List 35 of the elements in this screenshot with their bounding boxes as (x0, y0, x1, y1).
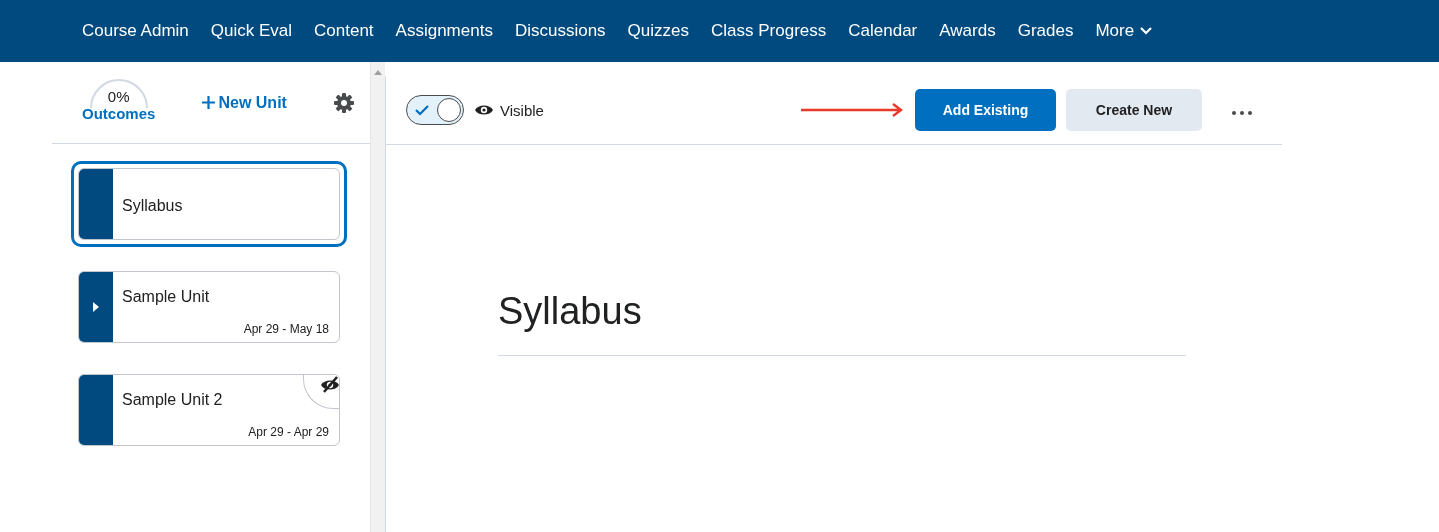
new-unit-button[interactable]: New Unit (196, 92, 293, 113)
content-title: Syllabus (498, 290, 1186, 356)
nav-link[interactable]: Discussions (504, 15, 616, 47)
nav-link[interactable]: Course Admin (72, 15, 199, 47)
unit-dates: Apr 29 - May 18 (243, 322, 329, 336)
expand-triangle-icon[interactable] (93, 302, 99, 312)
add-existing-button[interactable]: Add Existing (915, 89, 1056, 131)
plus-icon (202, 96, 216, 109)
unit-stripe (79, 169, 113, 239)
more-menu[interactable]: More (1085, 15, 1163, 47)
nav-link[interactable]: Class Progress (701, 15, 837, 47)
hidden-eye-icon (320, 376, 339, 394)
outcomes-link[interactable]: Outcomes (82, 104, 156, 122)
create-new-button[interactable]: Create New (1066, 89, 1202, 131)
nav-link[interactable]: Calendar (838, 15, 928, 47)
nav-link[interactable]: Assignments (385, 15, 503, 47)
nav-link[interactable]: Awards (929, 15, 1006, 47)
unit-card[interactable]: Syllabus (71, 161, 347, 247)
check-icon (415, 104, 429, 116)
unit-dates: Apr 29 - Apr 29 (248, 425, 329, 439)
unit-title: Syllabus (122, 197, 184, 215)
unit-title: Sample Unit (122, 288, 211, 306)
visibility-toggle[interactable] (406, 95, 464, 125)
chevron-down-icon (1140, 27, 1153, 35)
visibility-label: Visible (500, 101, 544, 119)
progress-ring-icon (88, 77, 149, 108)
nav-link[interactable]: Quick Eval (200, 15, 303, 47)
unit-title: Sample Unit 2 (122, 391, 224, 409)
settings-icon[interactable] (334, 92, 354, 113)
nav-link[interactable]: Content (304, 15, 384, 47)
outcomes-percent: 0% (107, 87, 130, 105)
eye-icon (474, 103, 494, 117)
nav-link[interactable]: Grades (1007, 15, 1084, 47)
unit-stripe (79, 375, 113, 445)
nav-link[interactable]: Quizzes (617, 15, 700, 47)
